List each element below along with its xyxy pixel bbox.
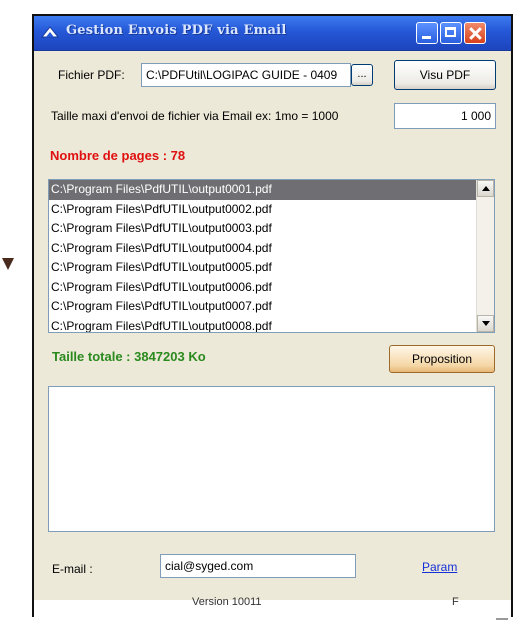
file-list-item[interactable]: C:\Program Files\PdfUTIL\output0005.pdf <box>49 258 494 278</box>
file-list-item[interactable]: C:\Program Files\PdfUTIL\output0004.pdf <box>49 239 494 259</box>
close-icon[interactable] <box>464 22 486 44</box>
visu-pdf-button[interactable]: Visu PDF <box>394 60 496 90</box>
partial-button[interactable]: F <box>452 596 459 608</box>
file-list-item[interactable]: C:\Program Files\PdfUTIL\output0006.pdf <box>49 278 494 298</box>
proposition-button[interactable]: Proposition <box>389 345 495 373</box>
fichier-pdf-label: Fichier PDF: <box>58 68 125 82</box>
maximize-icon[interactable] <box>440 22 462 44</box>
bottom-strip <box>34 600 511 620</box>
title-bar[interactable]: Gestion Envois PDF via Email <box>34 16 511 51</box>
version-text: Version 10011 <box>192 596 262 608</box>
email-label: E-mail : <box>52 562 93 576</box>
browse-button[interactable]: ... <box>351 64 373 86</box>
email-input[interactable]: cial@syged.com <box>160 554 356 578</box>
file-list-item[interactable]: C:\Program Files\PdfUTIL\output0001.pdf <box>49 180 494 200</box>
main-window: Gestion Envois PDF via Email Fichier PDF… <box>32 14 513 620</box>
file-list-item[interactable]: C:\Program Files\PdfUTIL\output0002.pdf <box>49 200 494 220</box>
file-list-items: C:\Program Files\PdfUTIL\output0001.pdf C… <box>49 180 494 333</box>
file-list[interactable]: C:\Program Files\PdfUTIL\output0001.pdf C… <box>48 179 495 333</box>
param-link[interactable]: Param <box>422 560 457 574</box>
app-logo-icon <box>41 26 59 38</box>
taille-maxi-input[interactable]: 1 000 <box>394 103 496 129</box>
fichier-pdf-input[interactable]: C:\PDFUtil\LOGIPAC GUIDE - 0409 <box>141 63 351 87</box>
taille-maxi-label: Taille maxi d'envoi de fichier via Email… <box>51 109 339 123</box>
window-title: Gestion Envois PDF via Email <box>66 23 287 38</box>
side-arrow-icon <box>2 258 14 270</box>
file-list-item[interactable]: C:\Program Files\PdfUTIL\output0003.pdf <box>49 219 494 239</box>
minimize-icon[interactable] <box>416 22 438 44</box>
file-list-item[interactable]: C:\Program Files\PdfUTIL\output0008.pdf <box>49 317 494 333</box>
resize-grip-icon[interactable] <box>496 612 508 620</box>
file-list-scrollbar[interactable] <box>476 180 494 332</box>
file-list-item[interactable]: C:\Program Files\PdfUTIL\output0007.pdf <box>49 297 494 317</box>
page-count-text: Nombre de pages : 78 <box>50 148 186 163</box>
scroll-down-icon[interactable] <box>477 315 494 332</box>
total-size-text: Taille totale : 3847203 Ko <box>52 349 206 364</box>
message-textarea[interactable] <box>48 386 495 532</box>
scroll-up-icon[interactable] <box>477 180 494 197</box>
